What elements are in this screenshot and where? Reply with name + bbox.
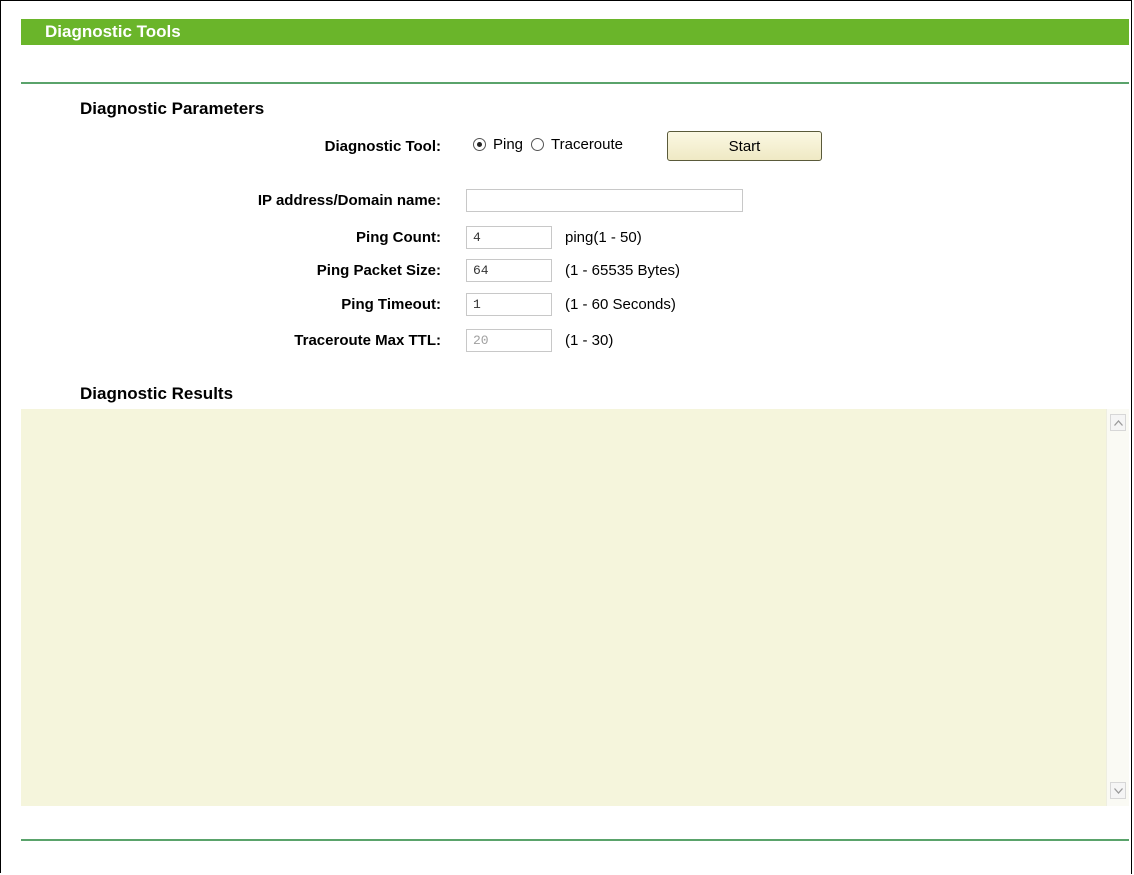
ping-timeout-label: Ping Timeout: (341, 296, 441, 313)
start-button[interactable]: Start (667, 131, 822, 161)
ip-address-input[interactable] (466, 189, 743, 212)
ping-count-input[interactable] (466, 226, 552, 249)
ping-packet-size-hint: (1 - 65535 Bytes) (565, 262, 681, 279)
chevron-down-icon (1113, 787, 1123, 794)
ping-packet-size-row: Ping Packet Size: (1 - 65535 Bytes) (1, 259, 1134, 283)
scroll-up-button[interactable] (1110, 414, 1126, 431)
ping-packet-size-input[interactable] (466, 259, 552, 282)
scroll-down-button[interactable] (1110, 782, 1126, 799)
ip-address-label: IP address/Domain name: (257, 192, 441, 209)
diagnostic-tool-row: Diagnostic Tool: Ping Traceroute Start (1, 131, 1134, 161)
ping-packet-size-label: Ping Packet Size: (316, 262, 441, 279)
traceroute-max-ttl-hint: (1 - 30) (565, 332, 614, 349)
results-scrollbar[interactable] (1106, 409, 1129, 806)
ping-timeout-input[interactable] (466, 293, 552, 316)
ping-radio[interactable] (473, 138, 486, 151)
page-title: Diagnostic Tools (21, 19, 1129, 45)
diagnostic-tool-label: Diagnostic Tool: (324, 138, 441, 155)
diagnostic-tool-radio-group: Ping Traceroute (473, 136, 631, 153)
traceroute-radio-label[interactable]: Traceroute (551, 136, 623, 153)
ping-timeout-hint: (1 - 60 Seconds) (565, 296, 676, 313)
results-textarea[interactable] (21, 409, 1129, 806)
bottom-divider (21, 839, 1129, 841)
ping-timeout-row: Ping Timeout: (1 - 60 Seconds) (1, 293, 1134, 317)
ping-count-label: Ping Count: (356, 229, 441, 246)
page-frame: Diagnostic Tools Diagnostic Parameters D… (0, 0, 1134, 874)
top-divider (21, 82, 1129, 84)
traceroute-max-ttl-input (466, 329, 552, 352)
radio-selected-dot (477, 142, 482, 147)
traceroute-max-ttl-row: Traceroute Max TTL: (1 - 30) (1, 329, 1134, 353)
ping-radio-label[interactable]: Ping (493, 136, 523, 153)
ping-count-hint: ping(1 - 50) (565, 229, 642, 246)
traceroute-radio[interactable] (531, 138, 545, 151)
results-heading: Diagnostic Results (80, 384, 234, 403)
parameters-heading: Diagnostic Parameters (80, 99, 265, 118)
traceroute-max-ttl-label: Traceroute Max TTL: (294, 332, 441, 349)
chevron-up-icon (1113, 419, 1123, 426)
ip-address-row: IP address/Domain name: (1, 189, 1134, 213)
ping-count-row: Ping Count: ping(1 - 50) (1, 226, 1134, 250)
